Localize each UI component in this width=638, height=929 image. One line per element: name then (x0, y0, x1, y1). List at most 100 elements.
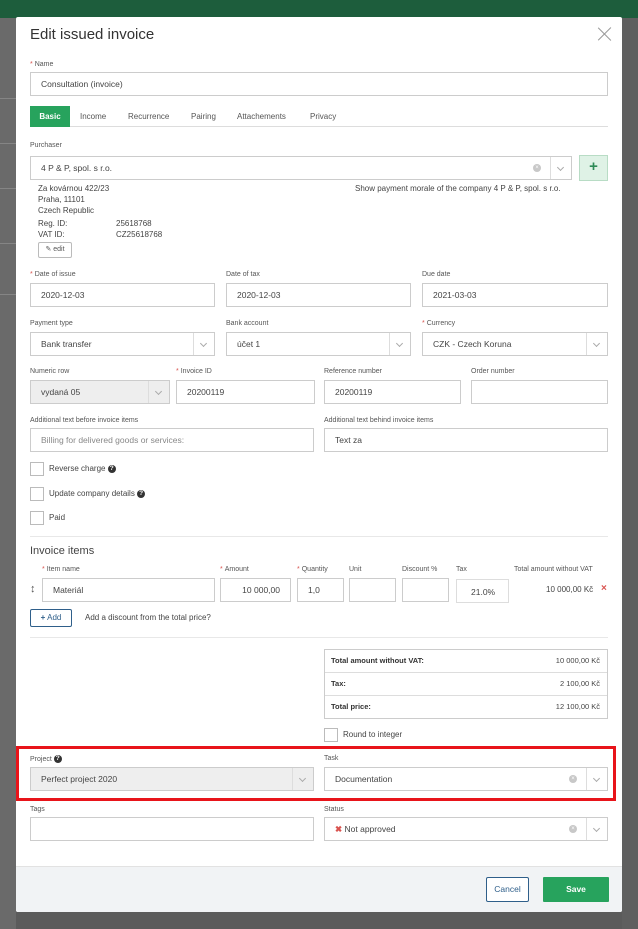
date-tax-input[interactable]: 2020-12-03 (226, 283, 411, 307)
currency-select[interactable]: CZK - Czech Koruna (422, 332, 608, 356)
invoice-id-input[interactable]: 20200119 (176, 380, 315, 404)
text-before-label: Additional text before invoice items (30, 417, 139, 424)
total-without-vat-row: Total amount without VAT: 10 000,00 Kč (325, 650, 607, 673)
chevron-down-icon[interactable] (389, 333, 410, 355)
chevron-down-icon[interactable] (586, 333, 607, 355)
date-issue-label: * Date of issue (30, 271, 76, 278)
add-item-button[interactable]: + Add (30, 609, 72, 627)
task-select[interactable]: Documentation × (324, 767, 608, 791)
order-number-label: Order number (471, 368, 515, 375)
help-icon[interactable]: ? (107, 465, 116, 473)
numeric-row-select[interactable]: vydaná 05 (30, 380, 170, 404)
project-select[interactable]: Perfect project 2020 (30, 767, 314, 791)
status-select[interactable]: ✖ Not approved × (324, 817, 608, 841)
payment-type-label: Payment type (30, 320, 73, 327)
due-date-label: Due date (422, 271, 451, 278)
background-page-right (622, 18, 638, 929)
purchaser-address-line2: Praha, 11101 (38, 195, 85, 204)
update-company-checkbox[interactable] (30, 487, 44, 501)
text-before-input[interactable]: Billing for delivered goods or services: (30, 428, 314, 452)
drag-handle-icon[interactable]: ↕ (30, 583, 40, 595)
clear-icon[interactable]: × (533, 164, 541, 172)
paid-label: Paid (49, 513, 66, 522)
bank-account-select[interactable]: účet 1 (226, 332, 411, 356)
chevron-down-icon[interactable] (148, 381, 169, 403)
text-behind-input[interactable]: Text za (324, 428, 608, 452)
due-date-input[interactable]: 2021-03-03 (422, 283, 608, 307)
cancel-button[interactable]: Cancel (486, 877, 529, 902)
purchaser-address-line1: Za kovárnou 422/23 (38, 184, 110, 193)
payment-morale-link[interactable]: Show payment morale of the company 4 P &… (355, 184, 561, 193)
numeric-row-label: Numeric row (30, 368, 70, 375)
clear-icon[interactable]: × (569, 825, 577, 833)
round-integer-label: Round to integer (343, 730, 403, 739)
item-discount-input[interactable] (402, 578, 449, 602)
divider (30, 637, 608, 638)
not-approved-icon: ✖ (335, 824, 343, 834)
background-page (0, 18, 16, 929)
project-label: Project ? (30, 755, 62, 763)
help-icon[interactable]: ? (137, 490, 146, 498)
modal-title: Edit issued invoice (30, 26, 155, 43)
item-name-input[interactable]: Materiál (42, 578, 215, 602)
pencil-icon: ✎ (45, 246, 52, 253)
text-behind-label: Additional text behind invoice items (324, 417, 434, 424)
chevron-down-icon[interactable] (550, 157, 571, 179)
item-unit-input[interactable] (349, 578, 396, 602)
name-input[interactable]: Consultation (invoice) (30, 72, 608, 96)
total-header: Total amount without VAT (514, 566, 593, 573)
task-label: Task (324, 755, 339, 762)
save-button[interactable]: Save (543, 877, 609, 902)
tax-row: Tax: 2 100,00 Kč (325, 673, 607, 696)
amount-header: * Amount (220, 566, 249, 573)
item-amount-input[interactable]: 10 000,00 (220, 578, 291, 602)
totals-table: Total amount without VAT: 10 000,00 Kč Ta… (324, 649, 608, 719)
name-label: * Name (30, 61, 54, 68)
bank-account-label: Bank account (226, 320, 269, 327)
tax-header: Tax (456, 566, 467, 573)
date-tax-label: Date of tax (226, 271, 260, 278)
item-total-value: 10 000,00 Kč (546, 585, 594, 594)
help-icon[interactable]: ? (53, 755, 62, 763)
purchaser-address-line3: Czech Republic (38, 206, 95, 215)
add-purchaser-button[interactable]: + (579, 155, 608, 181)
tab-pairing[interactable]: Pairing (191, 106, 216, 127)
reverse-charge-checkbox[interactable] (30, 462, 44, 476)
round-integer-checkbox[interactable] (324, 728, 338, 742)
payment-type-select[interactable]: Bank transfer (30, 332, 215, 356)
vat-id-value: CZ25618768 (116, 230, 163, 239)
item-quantity-input[interactable]: 1,0 (297, 578, 344, 602)
date-issue-input[interactable]: 2020-12-03 (30, 283, 215, 307)
clear-icon[interactable]: × (569, 775, 577, 783)
tab-basic[interactable]: Basic (30, 106, 70, 127)
tags-label: Tags (30, 806, 45, 813)
divider (30, 536, 608, 537)
tab-bar: Basic Income Recurrence Pairing Attachem… (30, 106, 608, 127)
tab-attachements[interactable]: Attachements (237, 106, 286, 127)
reference-number-input[interactable]: 20200119 (324, 380, 461, 404)
edit-invoice-modal: Edit issued invoice * Name Consultation (… (16, 17, 622, 912)
edit-purchaser-button[interactable]: ✎ edit (38, 242, 72, 258)
paid-checkbox[interactable] (30, 511, 44, 525)
invoice-id-label: * Invoice ID (176, 368, 212, 375)
close-icon[interactable] (596, 25, 614, 43)
chevron-down-icon[interactable] (292, 768, 313, 790)
total-price-row: Total price: 12 100,00 Kč (331, 702, 600, 711)
add-discount-link[interactable]: Add a discount from the total price? (85, 613, 211, 622)
purchaser-select[interactable]: 4 P & P, spol. s r.o. × (30, 156, 572, 180)
chevron-down-icon[interactable] (586, 768, 607, 790)
tags-input[interactable] (30, 817, 314, 841)
tab-recurrence[interactable]: Recurrence (128, 106, 169, 127)
vat-id-label: VAT ID: (38, 230, 65, 239)
item-tax-select[interactable]: 21.0% (456, 579, 509, 603)
order-number-input[interactable] (471, 380, 608, 404)
chevron-down-icon[interactable] (193, 333, 214, 355)
remove-item-icon[interactable]: × (601, 583, 607, 594)
status-label: Status (324, 806, 344, 813)
tab-privacy[interactable]: Privacy (310, 106, 336, 127)
invoice-items-title: Invoice items (30, 545, 95, 557)
app-topbar (0, 0, 638, 18)
chevron-down-icon[interactable] (586, 818, 607, 840)
update-company-label: Update company details ? (49, 489, 146, 498)
tab-income[interactable]: Income (80, 106, 106, 127)
